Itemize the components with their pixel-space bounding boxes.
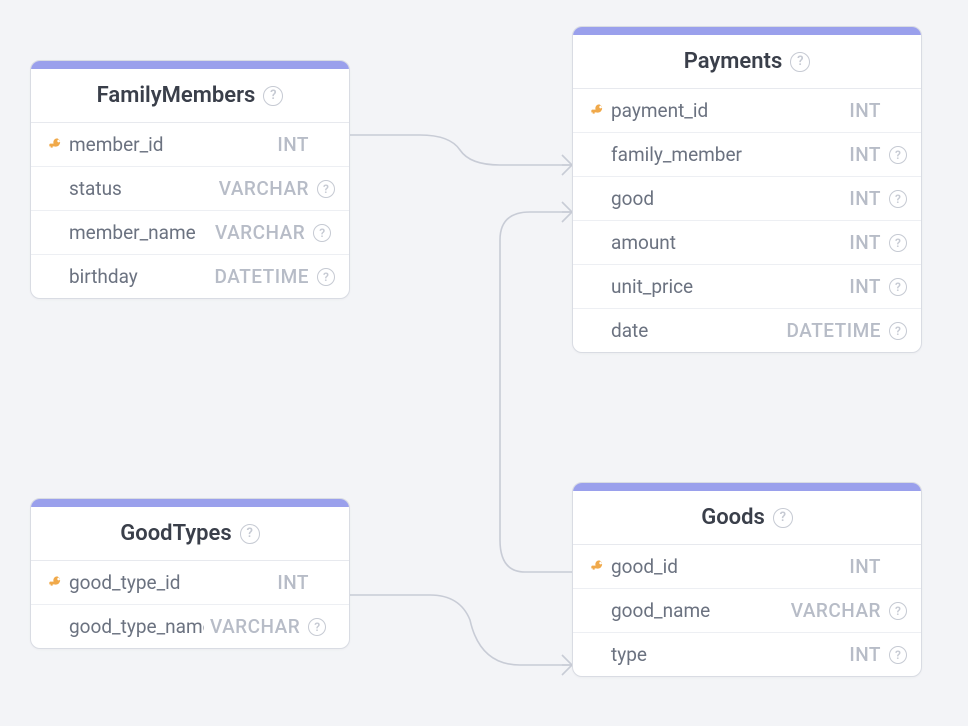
column-type: INT — [849, 275, 881, 298]
table-row[interactable]: type INT ? — [573, 633, 921, 676]
column-name: good_type_name — [69, 615, 204, 638]
help-icon[interactable]: ? — [889, 278, 907, 296]
table-row[interactable]: date DATETIME ? — [573, 309, 921, 352]
info-slot: ? — [881, 234, 907, 252]
help-icon[interactable]: ? — [889, 234, 907, 252]
column-name: member_id — [69, 133, 271, 156]
table-rows: payment_id INT family_member INT ? good … — [573, 89, 921, 352]
column-name: good_id — [611, 555, 843, 578]
table-row[interactable]: good_name VARCHAR ? — [573, 589, 921, 633]
table-header-bar — [573, 27, 921, 35]
column-type: VARCHAR — [219, 177, 309, 200]
table-row[interactable]: good_type_name VARCHAR ? — [31, 605, 349, 648]
column-type: VARCHAR — [215, 221, 305, 244]
table-row[interactable]: status VARCHAR ? — [31, 167, 349, 211]
help-icon[interactable]: ? — [889, 322, 907, 340]
table-row[interactable]: good_type_id INT — [31, 561, 349, 605]
column-name: good — [611, 187, 843, 210]
table-header-bar — [573, 483, 921, 491]
help-icon[interactable]: ? — [889, 146, 907, 164]
help-icon[interactable]: ? — [790, 52, 810, 72]
table-goods[interactable]: Goods ? good_id INT good_name VARCHAR ? … — [572, 482, 922, 677]
table-title-text: FamilyMembers — [97, 83, 256, 108]
table-good-types[interactable]: GoodTypes ? good_type_id INT good_type_n… — [30, 498, 350, 649]
column-type: VARCHAR — [791, 599, 881, 622]
column-type: INT — [277, 571, 309, 594]
table-row[interactable]: payment_id INT — [573, 89, 921, 133]
column-type: DATETIME — [215, 265, 309, 288]
column-type: INT — [849, 187, 881, 210]
help-icon[interactable]: ? — [308, 618, 326, 636]
column-name: amount — [611, 231, 843, 254]
help-icon[interactable]: ? — [773, 508, 793, 528]
help-icon[interactable]: ? — [889, 602, 907, 620]
primary-key-icon — [43, 137, 69, 153]
column-type: INT — [277, 133, 309, 156]
column-name: date — [611, 319, 781, 342]
info-slot: ? — [881, 278, 907, 296]
table-header-bar — [31, 61, 349, 69]
column-type: INT — [849, 555, 881, 578]
help-icon[interactable]: ? — [317, 180, 335, 198]
info-slot: ? — [881, 190, 907, 208]
column-type: DATETIME — [787, 319, 881, 342]
table-rows: member_id INT status VARCHAR ? member_na… — [31, 123, 349, 298]
info-slot: ? — [305, 224, 331, 242]
info-slot: ? — [881, 602, 907, 620]
info-slot: ? — [881, 146, 907, 164]
help-icon[interactable]: ? — [889, 190, 907, 208]
column-type: VARCHAR — [210, 615, 300, 638]
column-name: status — [69, 177, 213, 200]
table-row[interactable]: member_id INT — [31, 123, 349, 167]
column-name: payment_id — [611, 99, 843, 122]
table-header-bar — [31, 499, 349, 507]
table-title-text: Goods — [701, 505, 765, 530]
help-icon[interactable]: ? — [317, 268, 335, 286]
help-icon[interactable]: ? — [313, 224, 331, 242]
table-payments[interactable]: Payments ? payment_id INT family_member … — [572, 26, 922, 353]
column-name: type — [611, 643, 843, 666]
column-name: birthday — [69, 265, 209, 288]
table-row[interactable]: good_id INT — [573, 545, 921, 589]
primary-key-icon — [585, 103, 611, 119]
table-rows: good_id INT good_name VARCHAR ? type INT… — [573, 545, 921, 676]
table-title-text: GoodTypes — [120, 521, 231, 546]
help-icon[interactable]: ? — [263, 86, 283, 106]
info-slot: ? — [881, 322, 907, 340]
table-row[interactable]: good INT ? — [573, 177, 921, 221]
table-row[interactable]: birthday DATETIME ? — [31, 255, 349, 298]
column-type: INT — [849, 99, 881, 122]
table-row[interactable]: amount INT ? — [573, 221, 921, 265]
primary-key-icon — [43, 575, 69, 591]
table-rows: good_type_id INT good_type_name VARCHAR … — [31, 561, 349, 648]
table-title: FamilyMembers ? — [31, 69, 349, 123]
table-row[interactable]: member_name VARCHAR ? — [31, 211, 349, 255]
column-type: INT — [849, 231, 881, 254]
help-icon[interactable]: ? — [240, 524, 260, 544]
column-type: INT — [849, 643, 881, 666]
table-title: GoodTypes ? — [31, 507, 349, 561]
table-title-text: Payments — [684, 49, 783, 74]
info-slot: ? — [309, 268, 335, 286]
info-slot: ? — [300, 618, 326, 636]
table-title: Goods ? — [573, 491, 921, 545]
column-type: INT — [849, 143, 881, 166]
table-family-members[interactable]: FamilyMembers ? member_id INT status VAR… — [30, 60, 350, 299]
column-name: member_name — [69, 221, 209, 244]
column-name: good_type_id — [69, 571, 271, 594]
table-row[interactable]: unit_price INT ? — [573, 265, 921, 309]
info-slot: ? — [309, 180, 335, 198]
primary-key-icon — [585, 559, 611, 575]
table-row[interactable]: family_member INT ? — [573, 133, 921, 177]
info-slot: ? — [881, 646, 907, 664]
help-icon[interactable]: ? — [889, 646, 907, 664]
column-name: good_name — [611, 599, 785, 622]
column-name: family_member — [611, 143, 843, 166]
column-name: unit_price — [611, 275, 843, 298]
table-title: Payments ? — [573, 35, 921, 89]
